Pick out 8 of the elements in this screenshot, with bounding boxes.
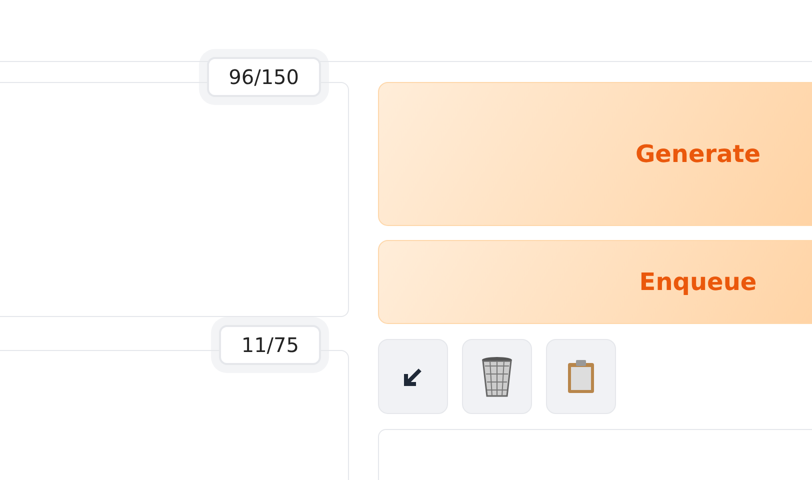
token-counter: 96/150 [206, 57, 321, 97]
trash-icon [480, 356, 514, 398]
clipboard-icon [567, 360, 595, 394]
generate-button[interactable]: Generate [378, 82, 812, 226]
arrow-icon [402, 366, 424, 388]
enqueue-button[interactable]: Enqueue [378, 240, 812, 324]
token-counter: 11/75 [219, 325, 321, 365]
tool-button[interactable] [378, 339, 448, 414]
